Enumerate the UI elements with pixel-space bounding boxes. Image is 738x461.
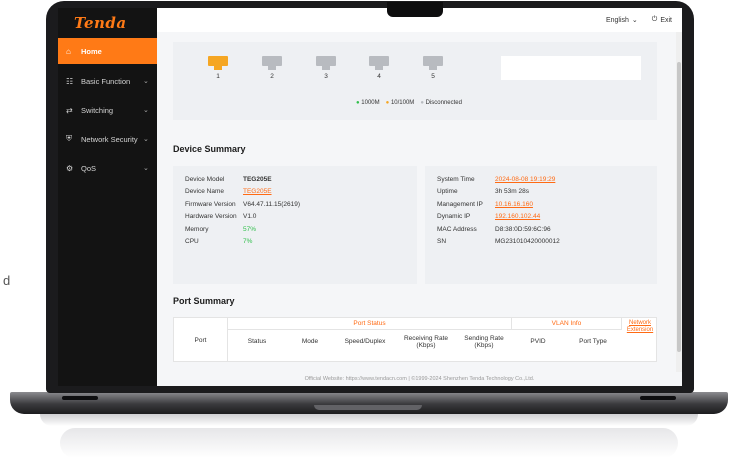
ethernet-port-icon bbox=[316, 56, 336, 70]
laptop-foot-right bbox=[640, 396, 676, 400]
chevron-down-icon: ⌄ bbox=[143, 165, 149, 172]
device-summary-title: Device Summary bbox=[173, 144, 246, 154]
scrollbar-thumb[interactable] bbox=[677, 62, 681, 352]
sidebar: Tenda ⌂ Home ☷ Basic Function ⌄ ⇄ Switch… bbox=[58, 8, 157, 386]
network-extension-link[interactable]: Network Extension bbox=[622, 318, 656, 348]
sidebar-item-label: Network Security bbox=[81, 134, 138, 144]
device-summary-right: System Time 2024-08-08 19:19:29 Uptime 3h … bbox=[425, 166, 657, 284]
col-mode: Mode bbox=[301, 338, 319, 346]
qos-icon: ⚙ bbox=[66, 163, 74, 173]
shield-icon: ⛨ bbox=[66, 134, 72, 143]
laptop-reflection bbox=[60, 428, 678, 458]
language-label: English bbox=[605, 16, 629, 24]
col-group-port-status: Port Status bbox=[228, 318, 512, 330]
kv-row: Memory 57% bbox=[185, 225, 257, 233]
port-number: 1 bbox=[216, 73, 220, 80]
laptop-lid-notch bbox=[314, 405, 422, 410]
switching-icon: ⇄ bbox=[66, 105, 73, 115]
ethernet-port-icon bbox=[369, 56, 389, 70]
col-speed-duplex: Speed/Duplex bbox=[344, 338, 386, 346]
sidebar-item-label: Home bbox=[81, 46, 102, 56]
device-name-link[interactable]: TEG205E bbox=[243, 188, 405, 195]
management-ip-link[interactable]: 10.16.16.160 bbox=[495, 201, 645, 208]
scrollbar[interactable] bbox=[676, 32, 682, 372]
stage: d Tenda ⌂ Home ☷ Basic Function ⌄ ⇄ Swit… bbox=[0, 0, 738, 461]
language-select[interactable]: English ⌄ bbox=[605, 16, 638, 25]
port-1[interactable]: 1 bbox=[207, 56, 229, 80]
laptop-base bbox=[10, 392, 728, 414]
ethernet-port-icon bbox=[262, 56, 282, 70]
col-group-vlan-info: VLAN Info bbox=[512, 318, 622, 330]
system-time-link[interactable]: 2024-08-08 19:19:29 bbox=[495, 176, 645, 183]
chevron-down-icon: ⌄ bbox=[631, 17, 638, 24]
col-sending-rate: Sending Rate (Kbps) bbox=[464, 334, 504, 349]
port-summary-title: Port Summary bbox=[173, 296, 235, 306]
ethernet-port-icon bbox=[423, 56, 443, 70]
sidebar-item-switching[interactable]: ⇄ Switching ⌄ bbox=[58, 97, 157, 123]
side-letter: d bbox=[3, 273, 11, 288]
sidebar-item-basic-function[interactable]: ☷ Basic Function ⌄ bbox=[58, 68, 157, 94]
sidebar-item-network-security[interactable]: ⛨ Network Security ⌄ bbox=[58, 126, 157, 152]
kv-row: Device Model TEG205E bbox=[185, 176, 272, 183]
legend-disconnected: ● Disconnected bbox=[420, 100, 462, 106]
sidebar-item-label: Basic Function bbox=[81, 76, 131, 86]
port-number: 5 bbox=[431, 73, 435, 80]
chevron-down-icon: ⌄ bbox=[143, 107, 149, 114]
sidebar-item-label: QoS bbox=[81, 163, 97, 173]
sidebar-item-qos[interactable]: ⚙ QoS ⌄ bbox=[58, 155, 157, 181]
legend-10-100m: ● 10/100M bbox=[385, 100, 415, 106]
port-4[interactable]: 4 bbox=[368, 56, 390, 80]
kv-row: Hardware Version V1.0 bbox=[185, 213, 257, 221]
chevron-down-icon: ⌄ bbox=[143, 78, 149, 85]
port-5[interactable]: 5 bbox=[422, 56, 444, 80]
footer: Official Website: https://www.tendacn.co… bbox=[157, 372, 682, 386]
screen: Tenda ⌂ Home ☷ Basic Function ⌄ ⇄ Switch… bbox=[58, 8, 682, 386]
ethernet-port-icon bbox=[208, 56, 228, 70]
col-pvid: PVID bbox=[530, 338, 546, 346]
kv-row: Device Name TEG205E bbox=[185, 188, 405, 195]
basic-function-icon: ☷ bbox=[66, 76, 74, 86]
main-content: 1 2 3 4 5 ● 1000M ● 10/100M ● Disconnect… bbox=[157, 32, 676, 372]
col-status: Status bbox=[247, 338, 267, 346]
device-summary-left: Device Model TEG205E Device Name TEG205E F… bbox=[173, 166, 417, 284]
legend-1000m: ● 1000M bbox=[356, 100, 380, 106]
port-legend: ● 1000M ● 10/100M ● Disconnected bbox=[356, 100, 462, 106]
sidebar-item-home[interactable]: ⌂ Home bbox=[58, 38, 157, 64]
kv-row: Firmware Version V64.47.11.15(2619) bbox=[185, 200, 300, 208]
col-port: Port bbox=[174, 318, 228, 361]
exit-button[interactable]: ⏻ Exit bbox=[652, 16, 672, 24]
kv-row: Dynamic IP 192.160.102.44 bbox=[437, 213, 645, 220]
chevron-down-icon: ⌄ bbox=[143, 136, 149, 143]
col-port-type: Port Type bbox=[579, 338, 607, 346]
port-panel: 1 2 3 4 5 ● 1000M ● 10/100M ● Disconnect… bbox=[173, 42, 657, 120]
port-number: 3 bbox=[324, 73, 328, 80]
kv-row: Management IP 10.16.16.160 bbox=[437, 201, 645, 208]
tenda-logo: Tenda bbox=[74, 14, 127, 32]
status-box bbox=[501, 56, 641, 80]
col-receiving-rate: Receiving Rate (Kbps) bbox=[403, 334, 449, 349]
kv-row: Uptime 3h 53m 28s bbox=[437, 188, 529, 196]
home-icon: ⌂ bbox=[66, 46, 71, 56]
port-3[interactable]: 3 bbox=[315, 56, 337, 80]
kv-row: System Time 2024-08-08 19:19:29 bbox=[437, 176, 645, 183]
port-2[interactable]: 2 bbox=[261, 56, 283, 80]
port-number: 4 bbox=[377, 73, 381, 80]
port-summary-table: Port Port Status VLAN Info Network Exten… bbox=[173, 317, 657, 362]
sidebar-item-label: Switching bbox=[81, 105, 114, 115]
power-icon: ⏻ bbox=[651, 16, 658, 23]
laptop-foot-left bbox=[62, 396, 98, 400]
dynamic-ip-link[interactable]: 192.160.102.44 bbox=[495, 213, 645, 220]
kv-row: MAC Address D8:38:0D:59:6C:96 bbox=[437, 225, 551, 233]
exit-label: Exit bbox=[660, 16, 672, 24]
port-number: 2 bbox=[270, 73, 274, 80]
kv-row: CPU 7% bbox=[185, 238, 253, 246]
laptop-shadow bbox=[40, 414, 698, 426]
kv-row: SN MG231010420000012 bbox=[437, 238, 560, 246]
camera-notch bbox=[387, 2, 443, 17]
